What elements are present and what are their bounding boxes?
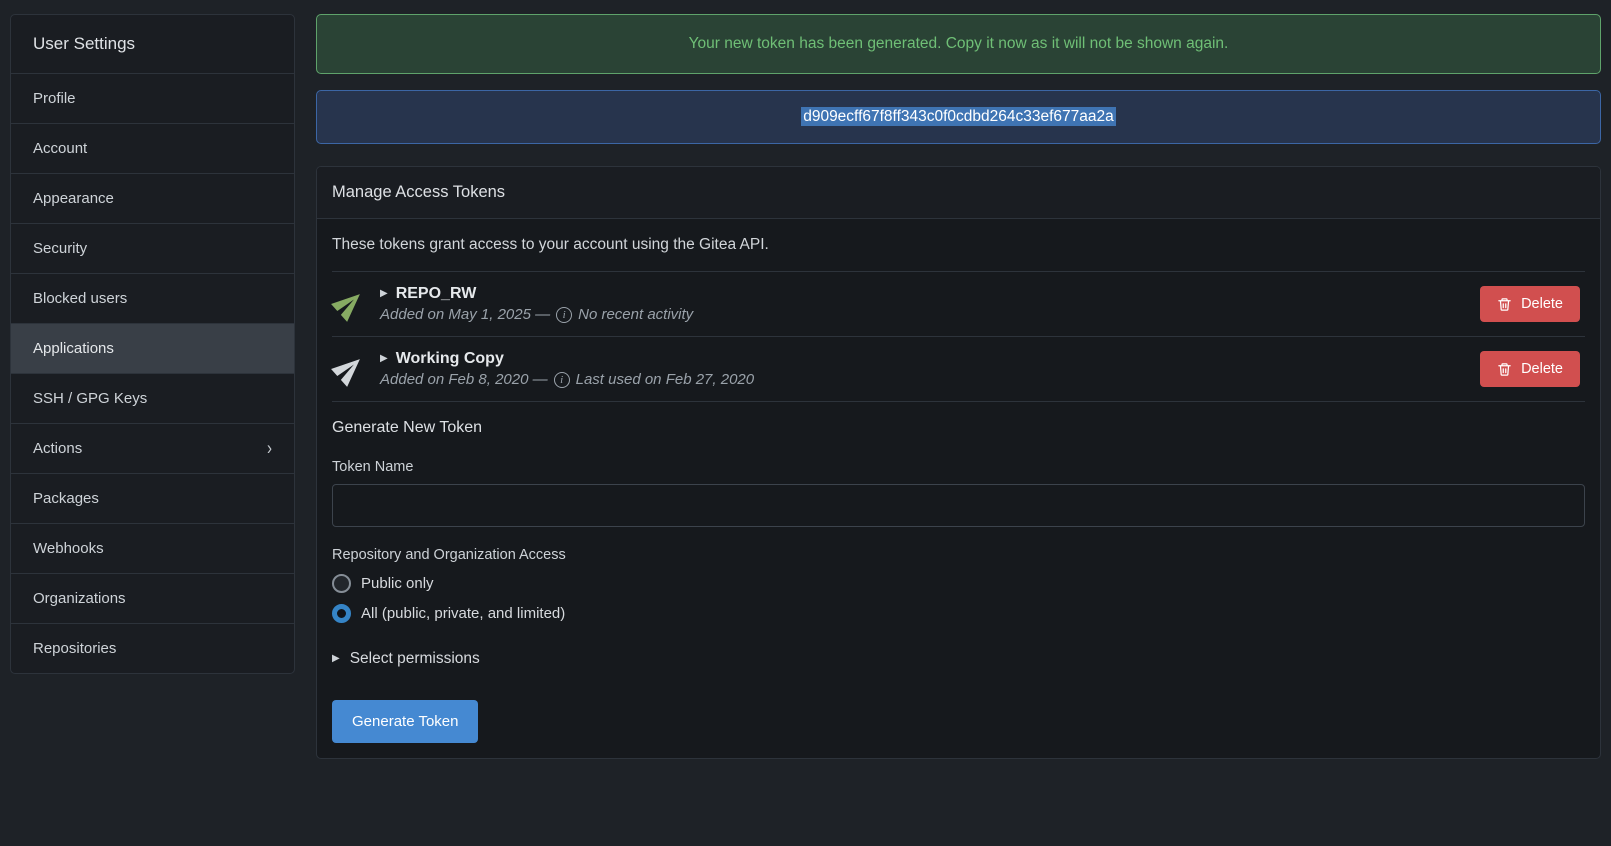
radio-checked-icon[interactable] [332,604,351,623]
settings-sidebar: User Settings Profile Account Appearance… [10,14,295,674]
token-row: ▶ REPO_RW Added on May 1, 2025 — i No re… [332,272,1585,337]
info-circle-icon: i [554,372,570,388]
sidebar-item-appearance[interactable]: Appearance [11,174,294,224]
radio-icon[interactable] [332,574,351,593]
token-row: ▶ Working Copy Added on Feb 8, 2020 — i … [332,337,1585,402]
sidebar-item-actions[interactable]: Actions › [11,424,294,474]
sidebar-item-applications[interactable]: Applications [11,324,294,374]
generate-token-heading: Generate New Token [332,419,1585,437]
new-token-reveal-box[interactable]: d909ecff67f8ff343c0f0cdbd264c33ef677aa2a [316,90,1601,144]
token-name-input[interactable] [332,484,1585,527]
panel-description: These tokens grant access to your accoun… [332,219,1585,272]
radio-public-only[interactable]: Public only [332,574,1585,593]
success-flash-message: Your new token has been generated. Copy … [316,14,1601,74]
token-name: REPO_RW [396,285,477,303]
chevron-right-icon: › [267,439,272,459]
paper-plane-icon [332,352,366,386]
page: User Settings Profile Account Appearance… [0,0,1611,759]
info-circle-icon: i [556,307,572,323]
sidebar-item-profile[interactable]: Profile [11,74,294,124]
triangle-right-icon[interactable]: ▶ [380,289,388,299]
delete-token-button[interactable]: Delete [1480,286,1580,322]
manage-access-tokens-panel: Manage Access Tokens These tokens grant … [316,166,1601,759]
sidebar-item-webhooks[interactable]: Webhooks [11,524,294,574]
token-name: Working Copy [396,350,504,368]
panel-body: These tokens grant access to your accoun… [317,219,1600,758]
trash-icon [1497,362,1512,377]
main-content: Your new token has been generated. Copy … [316,14,1601,759]
sidebar-item-repositories[interactable]: Repositories [11,624,294,673]
trash-icon [1497,297,1512,312]
sidebar-item-account[interactable]: Account [11,124,294,174]
sidebar-item-security[interactable]: Security [11,224,294,274]
token-info: ▶ REPO_RW Added on May 1, 2025 — i No re… [380,285,1466,323]
sidebar-item-packages[interactable]: Packages [11,474,294,524]
sidebar-item-ssh-gpg-keys[interactable]: SSH / GPG Keys [11,374,294,424]
sidebar-item-blocked-users[interactable]: Blocked users [11,274,294,324]
sidebar-item-organizations[interactable]: Organizations [11,574,294,624]
generate-token-button[interactable]: Generate Token [332,700,478,743]
select-permissions-toggle[interactable]: ▶ Select permissions [332,650,1585,668]
sidebar-title: User Settings [11,15,294,74]
token-name-label: Token Name [332,459,1585,475]
panel-title: Manage Access Tokens [317,167,1600,219]
repo-org-access-label: Repository and Organization Access [332,547,1585,563]
triangle-right-icon: ▶ [332,654,340,664]
token-meta: Added on Feb 8, 2020 — i Last used on Fe… [380,371,1466,388]
radio-all-access[interactable]: All (public, private, and limited) [332,604,1585,623]
token-info: ▶ Working Copy Added on Feb 8, 2020 — i … [380,350,1466,388]
delete-token-button[interactable]: Delete [1480,351,1580,387]
paper-plane-icon [332,287,366,321]
token-meta: Added on May 1, 2025 — i No recent activ… [380,306,1466,323]
generate-token-section: Generate New Token Token Name Repository… [332,402,1585,758]
triangle-right-icon[interactable]: ▶ [380,354,388,364]
new-token-value[interactable]: d909ecff67f8ff343c0f0cdbd264c33ef677aa2a [801,107,1116,126]
